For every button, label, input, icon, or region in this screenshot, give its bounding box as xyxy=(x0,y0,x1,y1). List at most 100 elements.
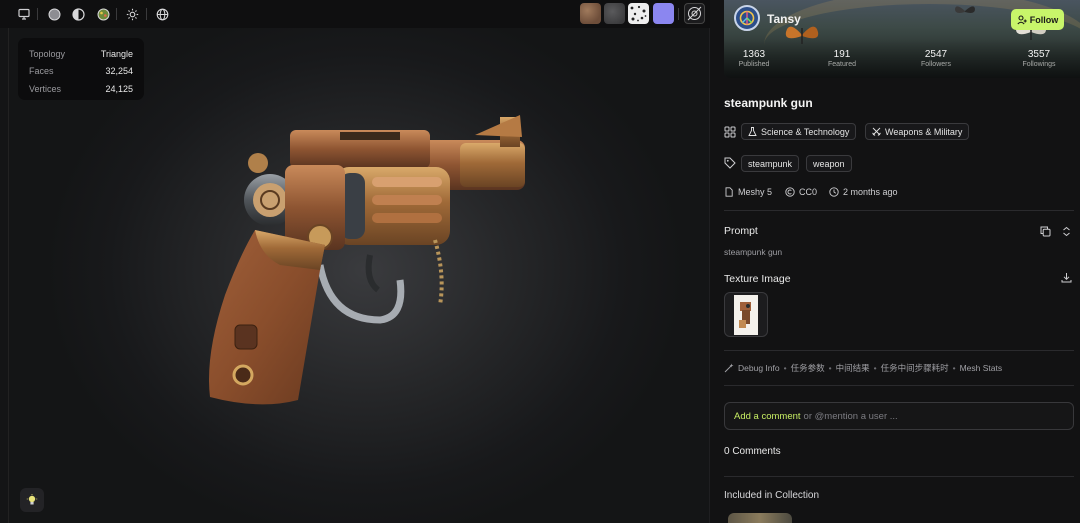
category-chip-science-technology[interactable]: Science & Technology xyxy=(741,123,857,140)
viewer-toolbar xyxy=(0,0,710,28)
stat-value: 191 xyxy=(833,49,851,60)
toolbar-separator xyxy=(146,8,147,20)
separator-dot: • xyxy=(828,363,832,373)
stat-value: 3557 xyxy=(1027,49,1051,60)
texture-preview-image xyxy=(739,301,751,328)
debug-links: Debug Info • 任务参数 • 中间结果 • 任务中间步骤耗时 • Me… xyxy=(724,362,1002,374)
mesh-stats-card: Topology Triangle Faces 32,254 Vertices … xyxy=(18,38,144,100)
stat-value: 32,254 xyxy=(105,66,133,77)
viewer-edge xyxy=(8,28,9,523)
stat-value: 2547 xyxy=(924,49,948,60)
prompt-heading: Prompt xyxy=(724,225,758,237)
tag-chip-steampunk[interactable]: steampunk xyxy=(741,155,800,172)
gun-model-render[interactable] xyxy=(200,105,540,410)
file-icon xyxy=(725,187,733,197)
texture-swatch-gray[interactable] xyxy=(604,3,625,24)
comment-placeholder: or @mention a user ... xyxy=(803,410,898,422)
intermediate-results-link[interactable]: 中间结果 xyxy=(836,362,870,374)
model-details-panel: Tansy Follow 1363 Published 191 Featured… xyxy=(710,0,1080,523)
monitor-icon[interactable] xyxy=(16,6,32,22)
globe-icon[interactable] xyxy=(154,6,170,22)
lightbulb-icon xyxy=(26,494,38,505)
tag-label: steampunk xyxy=(748,158,793,169)
stat-label: Followings xyxy=(1022,61,1056,68)
step-timing-link[interactable]: 任务中间步骤耗时 xyxy=(881,362,949,374)
category-chip-weapons-military[interactable]: Weapons & Military xyxy=(865,123,970,140)
stat-label: Featured xyxy=(827,61,857,68)
stat-topology: Topology Triangle xyxy=(29,45,133,63)
profile-stat-published[interactable]: 1363 Published xyxy=(724,49,784,68)
download-icon xyxy=(1061,272,1071,282)
username[interactable]: Tansy xyxy=(767,12,801,26)
tag-chip-weapon[interactable]: weapon xyxy=(806,155,852,172)
engine-label: Meshy 5 xyxy=(738,187,773,197)
category-grid-icon xyxy=(724,126,736,138)
copy-icon xyxy=(1040,226,1051,237)
avatar[interactable] xyxy=(734,5,760,31)
divider xyxy=(724,350,1074,351)
expand-prompt-button[interactable] xyxy=(1059,224,1073,238)
divider xyxy=(724,476,1074,477)
prompt-text: steampunk gun xyxy=(724,247,783,257)
flask-icon xyxy=(748,127,757,136)
collection-thumbnail[interactable] xyxy=(728,513,792,523)
tag-icon xyxy=(724,157,736,169)
separator-dot: • xyxy=(873,363,877,373)
model-viewer[interactable]: Topology Triangle Faces 32,254 Vertices … xyxy=(0,0,710,523)
separator-dot: • xyxy=(783,363,787,373)
collection-heading: Included in Collection xyxy=(724,490,820,501)
texture-image xyxy=(734,294,758,335)
stat-label: Followers xyxy=(921,61,951,68)
debug-info-link[interactable]: Debug Info xyxy=(738,363,780,373)
chevron-updown-icon xyxy=(1062,226,1070,236)
stat-label: Faces xyxy=(29,66,54,77)
add-user-icon xyxy=(1017,14,1027,24)
copy-prompt-button[interactable] xyxy=(1038,224,1052,238)
task-params-link[interactable]: 任务参数 xyxy=(791,362,825,374)
separator-dot: • xyxy=(952,363,956,373)
texture-swatch-rust[interactable] xyxy=(580,3,601,24)
download-texture-button[interactable] xyxy=(1059,270,1073,284)
comment-input[interactable]: Add a comment or @mention a user ... xyxy=(724,402,1074,430)
stat-value: Triangle xyxy=(100,48,133,59)
color-sphere-icon[interactable] xyxy=(95,6,111,22)
texture-swatch-lavender[interactable] xyxy=(653,3,674,24)
crossed-swords-icon xyxy=(872,127,881,136)
divider xyxy=(724,210,1074,211)
category-label: Weapons & Military xyxy=(885,126,963,137)
sun-icon[interactable] xyxy=(124,6,140,22)
peace-icon xyxy=(739,10,755,26)
stat-label: Topology xyxy=(29,48,66,59)
tag-label: weapon xyxy=(813,158,845,169)
profile-stat-followers[interactable]: 2547 Followers xyxy=(906,49,966,68)
follow-button[interactable]: Follow xyxy=(1011,9,1064,30)
lightbulb-button[interactable] xyxy=(20,488,44,512)
follow-label: Follow xyxy=(1029,14,1059,25)
texture-thumbnail[interactable] xyxy=(724,292,768,337)
stat-label: Published xyxy=(738,61,770,68)
model-engine: Meshy 5 xyxy=(724,187,772,197)
profile-banner: Tansy Follow 1363 Published 191 Featured… xyxy=(724,0,1080,78)
wand-icon xyxy=(724,363,734,373)
model-created-time: 2 months ago xyxy=(829,187,898,197)
profile-stat-followings[interactable]: 3557 Followings xyxy=(1009,49,1069,68)
solid-sphere-icon[interactable] xyxy=(46,6,62,22)
stat-value: 24,125 xyxy=(105,83,133,94)
clock-icon xyxy=(829,187,839,197)
texture-heading: Texture Image xyxy=(724,273,791,285)
stat-label: Vertices xyxy=(29,83,62,94)
model-title: steampunk gun xyxy=(724,96,813,110)
time-label: 2 months ago xyxy=(843,187,898,197)
model-license[interactable]: CC0 xyxy=(785,187,817,197)
mesh-stats-link[interactable]: Mesh Stats xyxy=(960,363,1003,373)
copyright-icon xyxy=(785,187,795,197)
toolbar-separator xyxy=(678,8,679,20)
profile-stat-featured[interactable]: 191 Featured xyxy=(812,49,872,68)
comments-count: 0 Comments xyxy=(724,446,781,457)
stat-faces: Faces 32,254 xyxy=(29,63,133,81)
half-sphere-icon[interactable] xyxy=(70,6,86,22)
texture-swatch-speckle[interactable] xyxy=(628,3,649,24)
uv-map-icon[interactable] xyxy=(684,3,705,24)
add-comment-label: Add a comment xyxy=(734,410,801,422)
category-label: Science & Technology xyxy=(761,126,850,137)
